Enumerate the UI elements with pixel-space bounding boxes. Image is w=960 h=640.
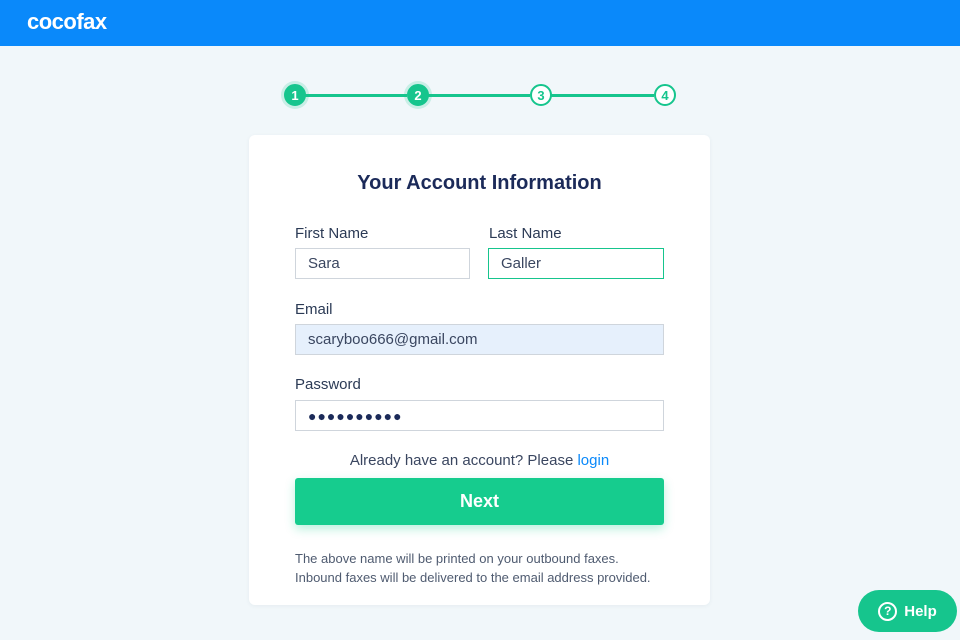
last-name-value: Galler xyxy=(501,255,542,272)
step-1-indicator: 1 xyxy=(284,84,306,106)
login-prompt-text: Already have an account? Please xyxy=(349,452,574,469)
first-name-field[interactable]: Sara xyxy=(295,248,470,279)
next-button[interactable]: Next xyxy=(295,478,664,525)
help-button[interactable]: ? Help xyxy=(858,590,957,632)
note-line-2: Inbound faxes will be delivered to the e… xyxy=(295,570,651,585)
step-connector-1 xyxy=(304,94,407,97)
last-name-field[interactable]: Galler xyxy=(488,248,664,279)
password-label: Password xyxy=(295,376,361,393)
email-label: Email xyxy=(295,301,333,318)
password-mask: ●●●●●●●●●● xyxy=(308,407,403,424)
login-prompt: Already have an account? Please login xyxy=(249,452,710,469)
password-field[interactable]: ●●●●●●●●●● xyxy=(295,400,664,431)
note-line-1: The above name will be printed on your o… xyxy=(295,551,619,566)
step-2-indicator: 2 xyxy=(407,84,429,106)
first-name-label: First Name xyxy=(295,225,369,242)
help-label: Help xyxy=(904,602,937,620)
form-note: The above name will be printed on your o… xyxy=(295,549,675,587)
account-info-card: Your Account Information First Name Sara… xyxy=(249,135,710,605)
top-bar: cocofax xyxy=(0,0,960,46)
step-connector-2 xyxy=(427,94,530,97)
email-field[interactable]: scaryboo666@gmail.com xyxy=(295,324,664,355)
form-title: Your Account Information xyxy=(357,172,602,194)
progress-stepper: 1 2 3 4 xyxy=(284,84,676,108)
email-value: scaryboo666@gmail.com xyxy=(308,331,478,348)
step-4-indicator: 4 xyxy=(654,84,676,106)
step-connector-3 xyxy=(550,94,654,97)
cocofax-logo[interactable]: cocofax xyxy=(27,9,107,35)
first-name-value: Sara xyxy=(308,255,340,272)
step-3-indicator: 3 xyxy=(530,84,552,106)
login-link[interactable]: login xyxy=(577,452,609,469)
question-circle-icon: ? xyxy=(878,601,898,621)
last-name-label: Last Name xyxy=(489,225,562,242)
